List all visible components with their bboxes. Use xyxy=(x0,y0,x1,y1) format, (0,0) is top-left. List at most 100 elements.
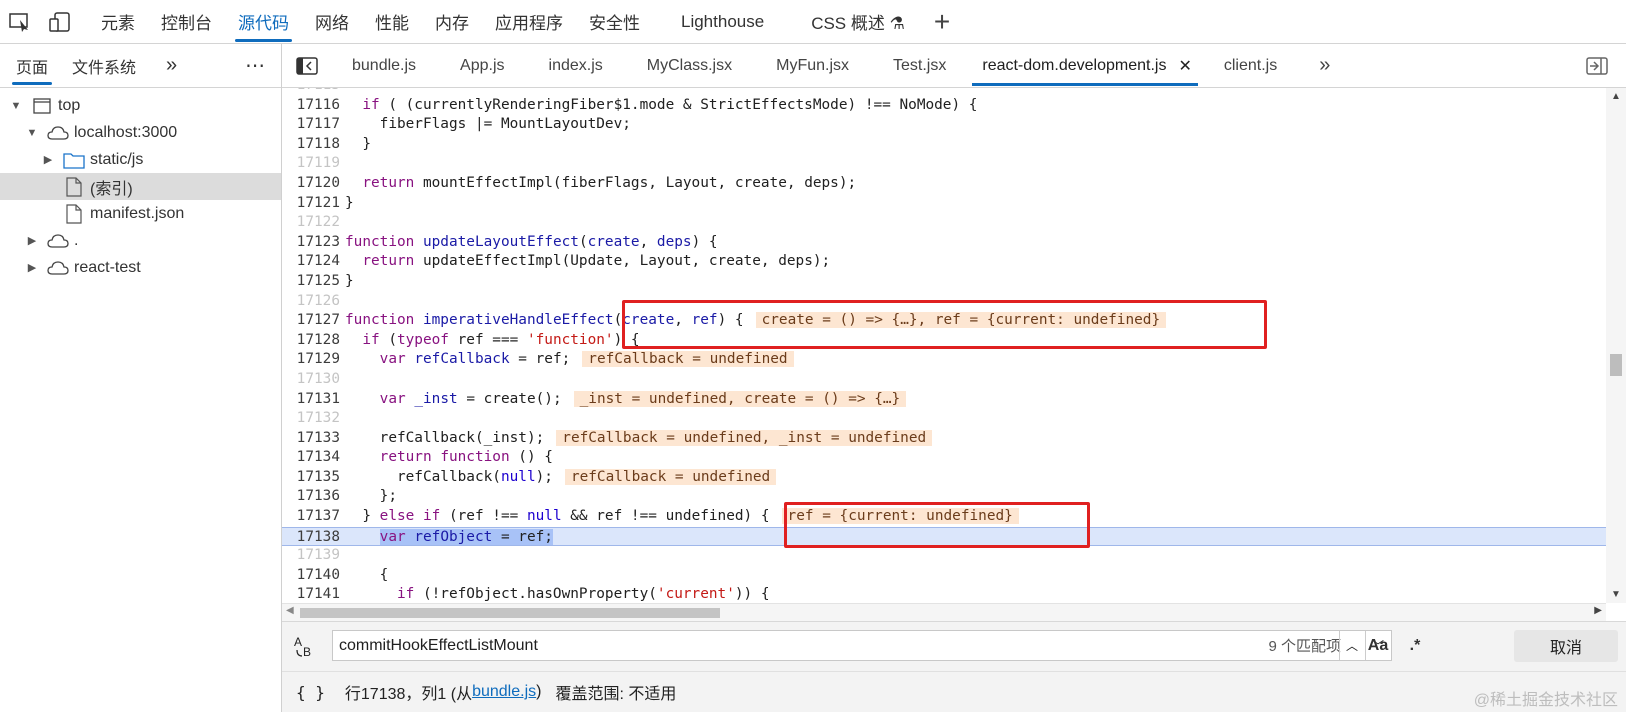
add-tool-icon[interactable]: + xyxy=(918,6,966,38)
code-line[interactable]: 17118 } xyxy=(282,135,1606,155)
top-tab[interactable]: Lighthouse xyxy=(653,0,777,44)
code-line[interactable]: 17120 return mountEffectImpl(fiberFlags,… xyxy=(282,174,1606,194)
line-number[interactable]: 17138 xyxy=(282,528,340,548)
tree-item[interactable]: ▶ static/js xyxy=(0,146,281,173)
code-line[interactable]: 17141 if (!refObject.hasOwnProperty('cur… xyxy=(282,585,1606,603)
line-number[interactable]: 17132 xyxy=(282,409,340,429)
code-line[interactable]: 17122 xyxy=(282,213,1606,233)
collapsed-arrow-icon[interactable]: ▶ xyxy=(26,262,38,274)
editor-tab[interactable]: Test.jsx xyxy=(871,44,968,88)
top-tab[interactable]: 应用程序 xyxy=(482,0,576,44)
tree-item[interactable]: (索引) xyxy=(0,173,281,200)
editor-tab[interactable]: react-dom.development.js ✕ xyxy=(968,44,1202,88)
line-number[interactable]: 17128 xyxy=(282,331,340,351)
scroll-up-icon[interactable]: ▲ xyxy=(1611,91,1621,102)
line-number[interactable]: 17122 xyxy=(282,213,340,233)
replace-toggle-icon[interactable]: AB xyxy=(292,634,318,665)
code-line[interactable]: 17139 xyxy=(282,546,1606,566)
line-number[interactable]: 17139 xyxy=(282,546,340,566)
scroll-down-icon[interactable]: ▼ xyxy=(1611,589,1621,600)
source-file-link[interactable]: bundle.js xyxy=(472,683,536,701)
line-number[interactable]: 17141 xyxy=(282,585,340,603)
match-case-button[interactable]: Aa xyxy=(1360,630,1396,661)
line-number[interactable]: 17131 xyxy=(282,390,340,410)
code-line[interactable]: 17129 var refCallback = ref; refCallback … xyxy=(282,350,1606,370)
vertical-scrollbar[interactable]: ▲ ▼ xyxy=(1606,88,1626,603)
top-tab[interactable]: 元素 xyxy=(88,0,148,44)
code-line[interactable]: 17116 if ( (currentlyRenderingFiber$1.mo… xyxy=(282,96,1606,116)
line-number[interactable]: 17140 xyxy=(282,566,340,586)
code-line[interactable]: 17135 refCallback(null); refCallback = un… xyxy=(282,468,1606,488)
code-line[interactable]: 17117 fiberFlags |= MountLayoutDev; xyxy=(282,115,1606,135)
expanded-arrow-icon[interactable]: ▼ xyxy=(26,127,38,139)
code-line[interactable]: 17125} xyxy=(282,272,1606,292)
search-input[interactable]: commitHookEffectListMount 9 个匹配项 ︿ ﹀ xyxy=(332,630,1392,661)
line-number[interactable]: 17135 xyxy=(282,468,340,488)
code-line[interactable]: 17130 xyxy=(282,370,1606,390)
tree-item[interactable]: ▼ localhost:3000 xyxy=(0,119,281,146)
inspect-element-icon[interactable] xyxy=(0,0,40,44)
line-number[interactable]: 17117 xyxy=(282,115,340,135)
line-number[interactable]: 17130 xyxy=(282,370,340,390)
line-number[interactable]: 17121 xyxy=(282,194,340,214)
tree-item[interactable]: ▼ top xyxy=(0,92,281,119)
tree-item[interactable]: ▶. xyxy=(0,227,281,254)
line-number[interactable]: 17136 xyxy=(282,487,340,507)
close-tab-icon[interactable]: ✕ xyxy=(1178,56,1191,76)
code-line[interactable]: 17140 { xyxy=(282,566,1606,586)
scroll-left-icon[interactable]: ◀ xyxy=(286,605,294,616)
editor-tab[interactable]: MyFun.jsx xyxy=(754,44,871,88)
line-number[interactable]: 17119 xyxy=(282,154,340,174)
top-tab[interactable]: CSS 概述 ⚗ xyxy=(777,0,918,44)
line-number[interactable]: 17134 xyxy=(282,448,340,468)
scroll-right-icon[interactable]: ▶ xyxy=(1594,605,1602,616)
code-line[interactable]: 17134 return function () { xyxy=(282,448,1606,468)
top-tab[interactable]: 控制台 xyxy=(148,0,225,44)
cancel-search-button[interactable]: 取消 xyxy=(1514,630,1618,662)
line-number[interactable]: 17126 xyxy=(282,292,340,312)
top-tab[interactable]: 性能 xyxy=(362,0,422,44)
code-line[interactable]: 17132 xyxy=(282,409,1606,429)
editor-tab[interactable]: index.js xyxy=(527,44,625,88)
code-line[interactable]: 17119 xyxy=(282,154,1606,174)
tab-page[interactable]: 页面 xyxy=(6,44,58,88)
collapsed-arrow-icon[interactable]: ▶ xyxy=(26,235,38,247)
top-tab[interactable]: 网络 xyxy=(302,0,362,44)
tree-item[interactable]: manifest.json xyxy=(0,200,281,227)
editor-tab[interactable]: bundle.js xyxy=(330,44,438,88)
line-number[interactable]: 17115 xyxy=(282,88,340,96)
horizontal-scroll-thumb[interactable] xyxy=(300,608,720,618)
horizontal-scrollbar[interactable]: ◀ ▶ xyxy=(282,603,1606,621)
expanded-arrow-icon[interactable]: ▼ xyxy=(10,100,22,112)
regex-button[interactable]: .* xyxy=(1400,630,1430,661)
tab-filesystem[interactable]: 文件系统 xyxy=(62,44,146,88)
code-line[interactable]: 17124 return updateEffectImpl(Update, La… xyxy=(282,252,1606,272)
code-line[interactable]: 17123 function updateLayoutEffect(create,… xyxy=(282,233,1606,253)
collapsed-arrow-icon[interactable]: ▶ xyxy=(42,154,54,166)
line-number[interactable]: 17127 xyxy=(282,311,340,331)
code-line[interactable]: 17133 refCallback(_inst); refCallback = u… xyxy=(282,429,1606,449)
device-toolbar-icon[interactable] xyxy=(40,0,80,44)
editor-tab[interactable]: client.js xyxy=(1202,44,1299,88)
code-line[interactable]: 17121} xyxy=(282,194,1606,214)
line-number[interactable]: 17129 xyxy=(282,350,340,370)
line-number[interactable]: 17124 xyxy=(282,252,340,272)
more-tabs-icon[interactable]: » xyxy=(156,44,187,88)
pretty-print-button[interactable]: { } xyxy=(296,683,325,702)
code-line[interactable]: 17131 var _inst = create(); _inst = undef… xyxy=(282,390,1606,410)
line-number[interactable]: 17137 xyxy=(282,507,340,527)
editor-tab[interactable]: MyClass.jsx xyxy=(625,44,754,88)
code-line[interactable]: 17115 xyxy=(282,88,1606,96)
line-number[interactable]: 17133 xyxy=(282,429,340,449)
line-number[interactable]: 17125 xyxy=(282,272,340,292)
line-number[interactable]: 17123 xyxy=(282,233,340,253)
vertical-scroll-thumb[interactable] xyxy=(1610,354,1622,376)
toggle-navigator-icon[interactable] xyxy=(282,44,330,88)
more-options-icon[interactable]: ⋯ xyxy=(235,44,275,88)
more-editor-tabs-icon[interactable]: » xyxy=(1299,44,1350,88)
editor-tab[interactable]: App.js xyxy=(438,44,526,88)
top-tab[interactable]: 安全性 xyxy=(576,0,653,44)
line-number[interactable]: 17116 xyxy=(282,96,340,116)
tree-item[interactable]: ▶ react-test xyxy=(0,254,281,281)
line-number[interactable]: 17120 xyxy=(282,174,340,194)
